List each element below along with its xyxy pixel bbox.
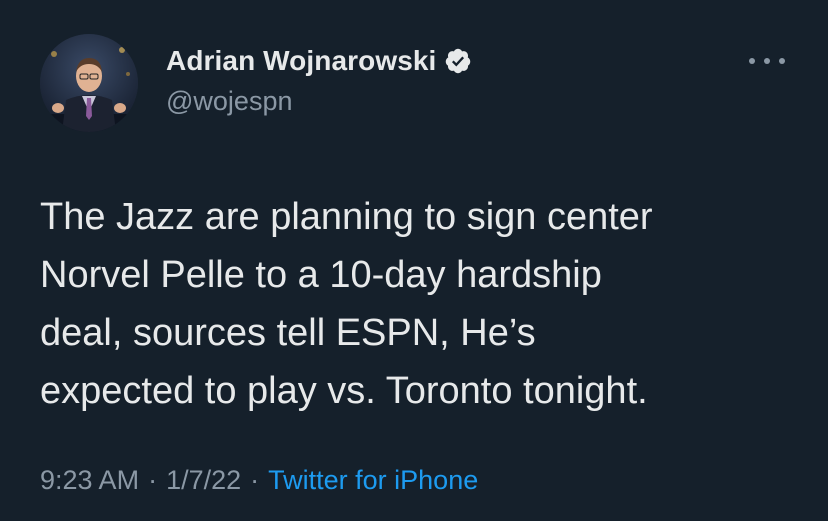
author-handle[interactable]: @wojespn (166, 86, 292, 117)
author-display-name[interactable]: Adrian Wojnarowski (166, 45, 436, 77)
author-name-row: Adrian Wojnarowski (166, 44, 472, 78)
more-options-icon[interactable] (749, 52, 785, 70)
more-dot (764, 58, 770, 64)
more-dot (779, 58, 785, 64)
verified-badge-icon (444, 47, 472, 75)
tweet-text: The Jazz are planning to sign center Nor… (40, 196, 653, 412)
profile-avatar[interactable] (40, 34, 138, 132)
tweet-time[interactable]: 9:23 AM (40, 465, 139, 495)
tweet-source-link[interactable]: Twitter for iPhone (268, 465, 478, 495)
meta-separator: · (250, 465, 260, 495)
tweet-date[interactable]: 1/7/22 (166, 465, 241, 495)
tweet-meta: 9:23 AM · 1/7/22 · Twitter for iPhone (40, 465, 478, 496)
tweet-card: Adrian Wojnarowski @wojespn The Jazz are… (0, 0, 828, 521)
more-dot (749, 58, 755, 64)
meta-separator: · (148, 465, 158, 495)
